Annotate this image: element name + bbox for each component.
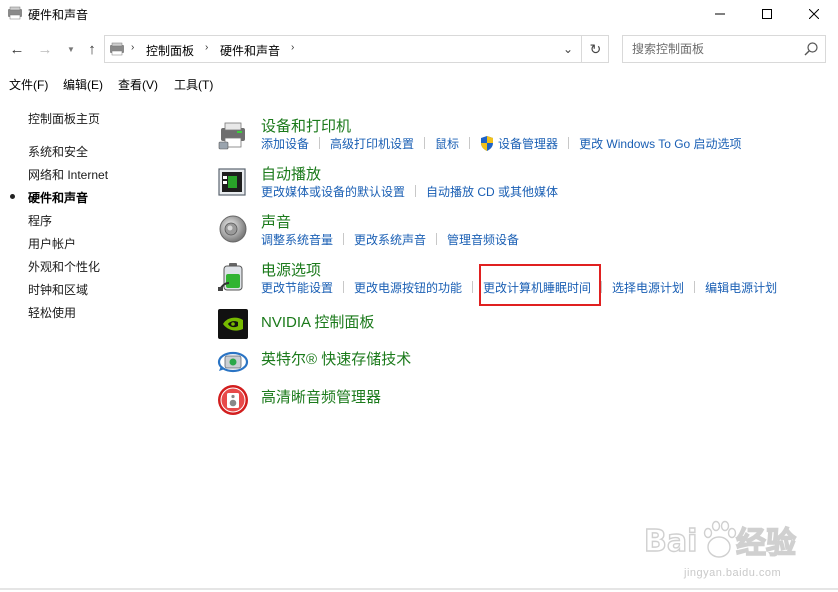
forward-arrow-icon: →: [37, 40, 53, 58]
hd-audio-icon[interactable]: [217, 384, 249, 416]
link-divider: [424, 137, 426, 149]
forward-button[interactable]: →: [36, 40, 54, 58]
link-divider: [436, 233, 438, 245]
navigation-row: ← → ▼ ↑ › 控制面板 › 硬件和声音 › ⌄ ↻: [0, 34, 838, 64]
chevron-down-icon: ▼: [67, 44, 75, 54]
current-item-bullet: [10, 194, 15, 199]
link-divider: [469, 137, 471, 149]
link-divider: [601, 281, 603, 293]
category-devices-printers-title[interactable]: 设备和打印机: [261, 115, 351, 136]
link-divider: [319, 137, 321, 149]
control-panel-hardware-icon: [8, 6, 22, 20]
search-input[interactable]: [623, 36, 793, 62]
link-manage-audio-devices[interactable]: 管理音频设备: [447, 231, 519, 248]
refresh-icon: ↻: [589, 40, 602, 57]
menu-edit[interactable]: 编辑(E): [63, 76, 103, 93]
link-add-device[interactable]: 添加设备: [261, 135, 309, 152]
link-windows-to-go[interactable]: 更改 Windows To Go 启动选项: [579, 135, 741, 152]
close-button[interactable]: [791, 0, 837, 28]
breadcrumb-control-panel[interactable]: 控制面板: [146, 42, 194, 59]
search-box: [622, 35, 826, 63]
title-bar: 硬件和声音: [0, 0, 838, 28]
category-sound-title[interactable]: 声音: [261, 211, 291, 232]
address-history-button[interactable]: ⌄: [557, 36, 579, 62]
menu-bar: 文件(F) 编辑(E) 查看(V) 工具(T): [0, 74, 838, 94]
sidebar-item-programs[interactable]: 程序: [28, 212, 52, 229]
category-intel-rst-title[interactable]: 英特尔® 快速存储技术: [261, 348, 411, 369]
link-change-media-defaults[interactable]: 更改媒体或设备的默认设置: [261, 183, 405, 200]
link-change-power-buttons[interactable]: 更改电源按钮的功能: [354, 279, 462, 296]
minimize-icon: [715, 13, 725, 15]
autoplay-icon[interactable]: [217, 166, 249, 198]
chevron-down-icon: ⌄: [562, 42, 574, 56]
address-bar[interactable]: › 控制面板 › 硬件和声音 › ⌄ ↻: [104, 35, 609, 63]
refresh-button[interactable]: ↻: [581, 36, 609, 62]
nvidia-icon[interactable]: [217, 308, 249, 340]
sound-links: 调整系统音量 更改系统声音 管理音频设备: [261, 231, 519, 247]
baidu-watermark-logo: Bai 经验: [643, 520, 797, 562]
menu-file[interactable]: 文件(F): [9, 76, 48, 93]
sidebar-item-ease-of-access[interactable]: 轻松使用: [28, 304, 76, 321]
link-choose-power-plan[interactable]: 选择电源计划: [612, 279, 684, 296]
link-device-manager[interactable]: 设备管理器: [498, 135, 558, 152]
link-change-system-sounds[interactable]: 更改系统声音: [354, 231, 426, 248]
category-power-options-title[interactable]: 电源选项: [261, 259, 321, 280]
menu-view[interactable]: 查看(V): [118, 76, 158, 93]
link-divider: [472, 281, 474, 293]
autoplay-links: 更改媒体或设备的默认设置 自动播放 CD 或其他媒体: [261, 183, 558, 199]
maximize-icon: [762, 9, 772, 19]
sidebar-item-hardware-sound[interactable]: 硬件和声音: [28, 189, 88, 206]
svg-text:经验: 经验: [736, 526, 796, 561]
up-arrow-icon: ↑: [88, 40, 96, 58]
breadcrumb-separator-icon[interactable]: ›: [205, 42, 208, 53]
devices-printers-links: 添加设备 高级打印机设置 鼠标 设备管理器 更改 Windows To Go 启…: [261, 135, 742, 151]
back-button[interactable]: ←: [8, 40, 26, 58]
breadcrumb-separator-icon[interactable]: ›: [291, 42, 294, 53]
menu-tools[interactable]: 工具(T): [174, 76, 213, 93]
svg-text:Bai: Bai: [644, 524, 697, 559]
link-adjust-volume[interactable]: 调整系统音量: [261, 231, 333, 248]
intel-rst-icon[interactable]: [217, 346, 249, 378]
link-divider: [343, 233, 345, 245]
link-divider: [343, 281, 345, 293]
link-advanced-printer-setup[interactable]: 高级打印机设置: [330, 135, 414, 152]
watermark-url: jingyan.baidu.com: [684, 567, 782, 579]
maximize-button[interactable]: [744, 0, 790, 28]
link-change-power-saving[interactable]: 更改节能设置: [261, 279, 333, 296]
category-autoplay-title[interactable]: 自动播放: [261, 163, 321, 184]
sidebar-item-system-security[interactable]: 系统和安全: [28, 143, 88, 160]
speaker-icon[interactable]: [217, 213, 249, 245]
category-nvidia-title[interactable]: NVIDIA 控制面板: [261, 311, 374, 332]
link-divider: [694, 281, 696, 293]
minimize-button[interactable]: [697, 0, 743, 28]
sidebar-item-network[interactable]: 网络和 Internet: [28, 166, 108, 183]
printer-icon[interactable]: [217, 120, 249, 152]
back-arrow-icon: ←: [9, 40, 25, 58]
link-autoplay-cd[interactable]: 自动播放 CD 或其他媒体: [426, 183, 558, 200]
link-divider: [415, 185, 417, 197]
control-panel-hardware-icon: [110, 42, 124, 56]
link-mouse[interactable]: 鼠标: [435, 135, 459, 152]
window-bottom-border: [0, 588, 838, 590]
highlight-box: [479, 264, 601, 306]
up-button[interactable]: ↑: [83, 40, 101, 58]
sidebar-item-user-accounts[interactable]: 用户帐户: [28, 235, 76, 252]
baidu-jingyan-watermark: Bai 经验 jingyan.baidu.com: [640, 515, 830, 585]
category-hd-audio-title[interactable]: 高清晰音频管理器: [261, 386, 381, 407]
breadcrumb-separator-icon: ›: [131, 42, 135, 53]
close-icon: [809, 9, 819, 19]
recent-locations-button[interactable]: ▼: [62, 40, 80, 58]
sidebar-item-appearance[interactable]: 外观和个性化: [28, 258, 100, 275]
sidebar-item-home[interactable]: 控制面板主页: [28, 110, 100, 127]
uac-shield-icon: [481, 135, 494, 151]
battery-icon[interactable]: [217, 261, 249, 293]
link-divider: [568, 137, 570, 149]
search-icon[interactable]: [803, 41, 819, 57]
link-edit-power-plan[interactable]: 编辑电源计划: [705, 279, 777, 296]
window-title: 硬件和声音: [28, 8, 89, 22]
breadcrumb-hardware-sound[interactable]: 硬件和声音: [220, 42, 280, 59]
sidebar-item-clock-region[interactable]: 时钟和区域: [28, 281, 88, 298]
